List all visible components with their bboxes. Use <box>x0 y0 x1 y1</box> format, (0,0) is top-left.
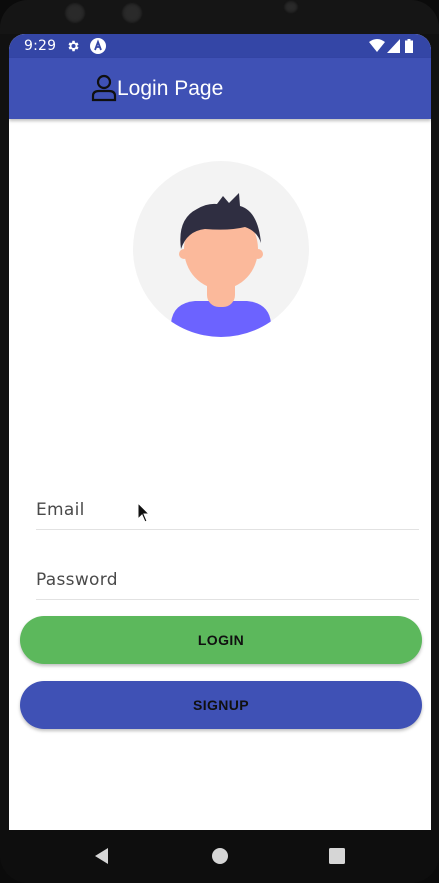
battery-icon <box>405 39 413 53</box>
home-circle-icon[interactable] <box>208 844 232 868</box>
signal-icon <box>387 39 400 53</box>
device-top-bezel <box>0 0 439 34</box>
password-label: Password <box>36 570 118 590</box>
email-underline <box>36 529 419 530</box>
system-nav-bar <box>0 830 439 883</box>
settings-gear-icon <box>68 40 79 52</box>
signup-button[interactable]: SIGNUP <box>20 681 422 729</box>
a-notification-icon <box>90 38 106 54</box>
email-field[interactable]: Email <box>36 490 419 530</box>
password-underline <box>36 599 419 600</box>
app-screen: 9:29 Login Page Email Password LOGIN SIG… <box>9 34 431 830</box>
password-field[interactable]: Password <box>36 560 419 600</box>
app-bar: Login Page <box>9 58 431 119</box>
email-label: Email <box>36 500 85 520</box>
phone-device-frame: 9:29 Login Page Email Password LOGIN SIG… <box>0 0 439 883</box>
wifi-icon <box>369 39 385 52</box>
speaker-icon <box>283 0 299 14</box>
page-title: Login Page <box>117 77 224 100</box>
user-avatar-illustration <box>133 161 309 337</box>
front-sensor-icon <box>121 2 143 24</box>
recents-square-icon[interactable] <box>325 844 349 868</box>
back-triangle-icon[interactable] <box>90 844 114 868</box>
login-button[interactable]: LOGIN <box>20 616 422 664</box>
front-camera-icon <box>64 2 86 24</box>
person-outline-icon <box>91 74 117 102</box>
status-time: 9:29 <box>24 38 57 54</box>
status-bar: 9:29 <box>9 34 431 58</box>
